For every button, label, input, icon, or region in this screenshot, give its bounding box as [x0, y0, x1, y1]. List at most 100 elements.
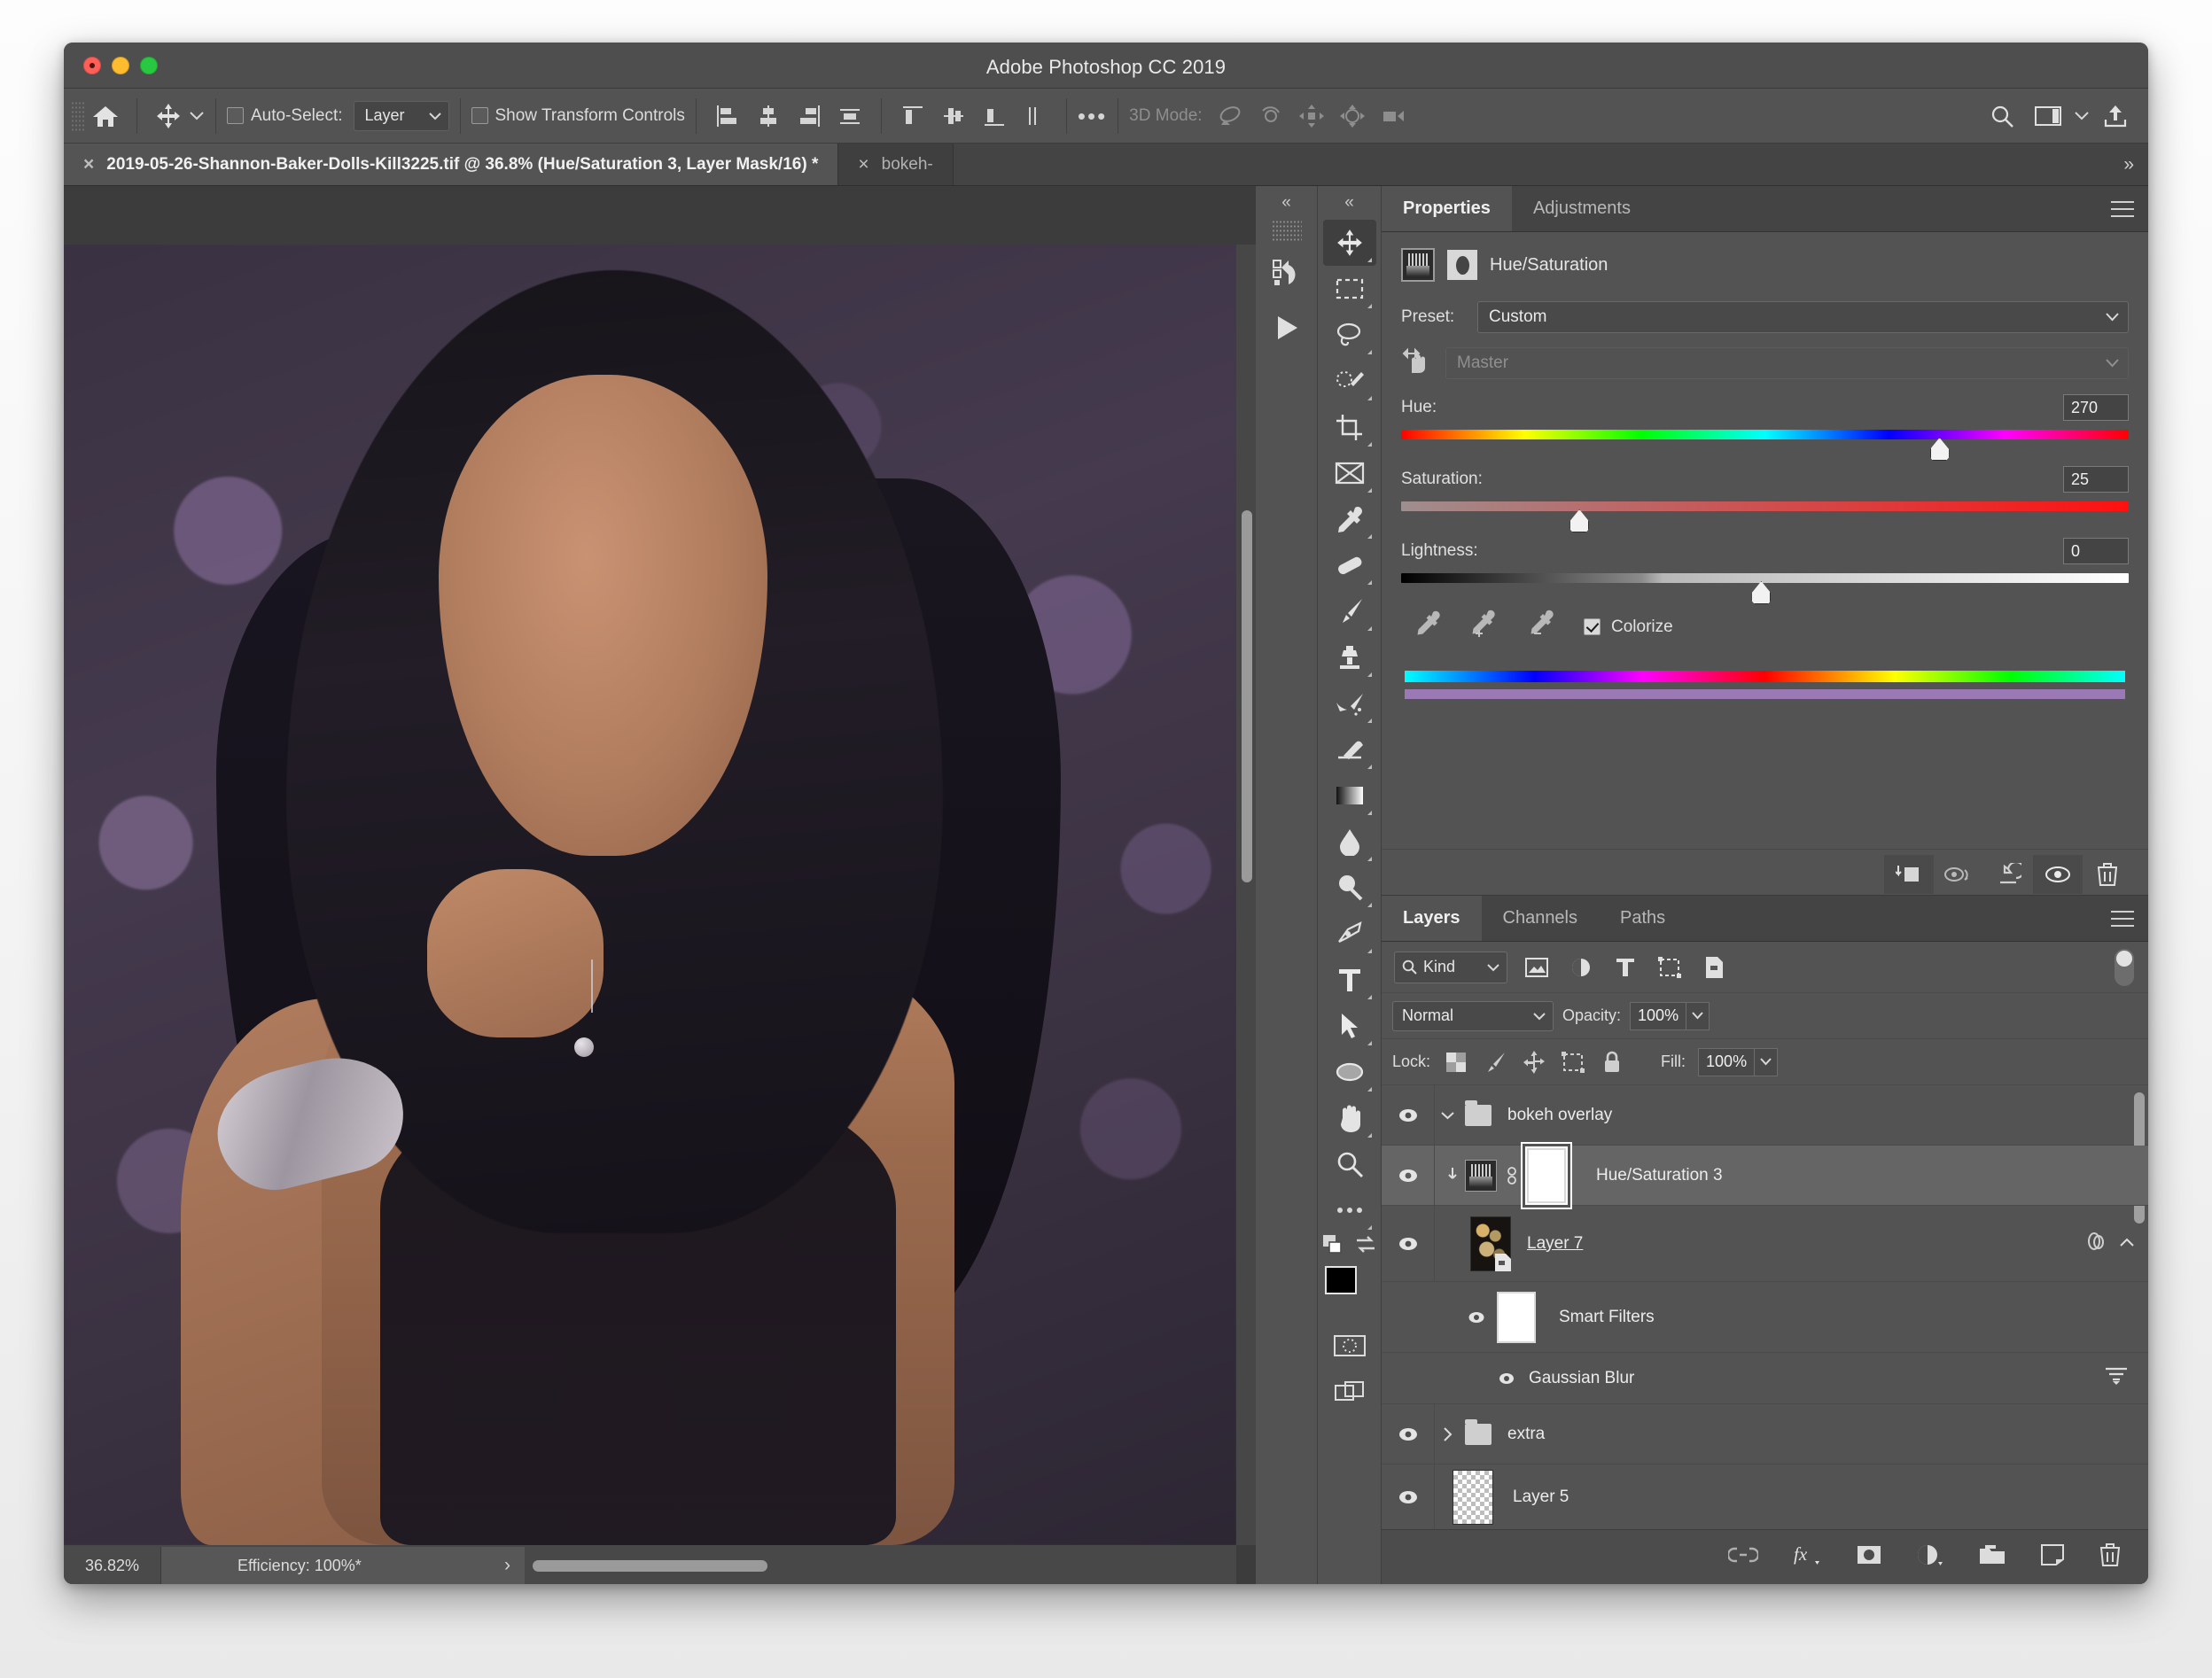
toggle-visibility-icon[interactable]: [1435, 1310, 1486, 1325]
layer-name[interactable]: Hue/Saturation 3: [1596, 1166, 1723, 1185]
lock-position-icon[interactable]: [1521, 1049, 1547, 1076]
fill-field[interactable]: 100%: [1698, 1047, 1779, 1076]
lock-artboard-icon[interactable]: [1560, 1049, 1586, 1076]
hand-tool-icon[interactable]: [1323, 1095, 1376, 1141]
hue-slider-knob[interactable]: [1929, 438, 1950, 461]
collapse-toolbox-icon[interactable]: «: [1318, 186, 1381, 220]
options-bar-grip[interactable]: [71, 100, 85, 131]
align-left-edges-icon[interactable]: [707, 97, 748, 135]
table-row[interactable]: Layer 5: [1382, 1464, 2148, 1529]
chevron-down-icon[interactable]: [1686, 1002, 1709, 1029]
document-tab-secondary[interactable]: × bokeh-: [838, 144, 954, 185]
table-row[interactable]: Hue/Saturation 3: [1382, 1146, 2148, 1206]
more-options-icon[interactable]: •••: [1078, 105, 1107, 128]
align-bottom-edges-icon[interactable]: [974, 97, 1015, 135]
layer-name[interactable]: bokeh overlay: [1507, 1106, 1612, 1125]
lock-transparency-icon[interactable]: [1443, 1049, 1469, 1076]
home-icon[interactable]: [85, 97, 126, 135]
lock-pixels-icon[interactable]: [1482, 1049, 1508, 1076]
table-row[interactable]: bokeh overlay: [1382, 1085, 2148, 1224]
workspace-icon[interactable]: [2028, 97, 2068, 135]
zoom-level[interactable]: 36.82%: [64, 1547, 161, 1584]
properties-panel-menu-icon[interactable]: [2111, 198, 2134, 221]
history-brush-tool-icon[interactable]: [1323, 680, 1376, 726]
saturation-value-input[interactable]: 25: [2063, 466, 2129, 493]
path-selection-tool-icon[interactable]: [1323, 1003, 1376, 1049]
align-vertical-centers-icon[interactable]: [933, 97, 974, 135]
eyedropper-tool-icon[interactable]: [1323, 496, 1376, 542]
tab-properties[interactable]: Properties: [1382, 186, 1512, 231]
brush-tool-icon[interactable]: [1323, 588, 1376, 634]
move-tool-chevron-down-icon[interactable]: [189, 97, 205, 135]
healing-brush-tool-icon[interactable]: [1323, 542, 1376, 588]
collapse-dock-icon[interactable]: «: [1256, 186, 1317, 220]
canvas-vertical-scrollbar-track[interactable]: [1236, 245, 1256, 1545]
table-row[interactable]: Smart Filters: [1382, 1282, 2148, 1353]
chevron-right-icon[interactable]: [1435, 1426, 1460, 1441]
quick-mask-icon[interactable]: [1323, 1323, 1376, 1369]
move-tool-icon[interactable]: [1322, 220, 1376, 266]
opacity-field[interactable]: 100%: [1630, 1001, 1710, 1030]
table-row[interactable]: Gaussian Blur: [1382, 1353, 2148, 1404]
3d-roll-icon[interactable]: [1250, 97, 1291, 135]
layer-thumbnail[interactable]: [1453, 1469, 1493, 1525]
tab-adjustments[interactable]: Adjustments: [1512, 186, 1652, 231]
hue-value-input[interactable]: 270: [2063, 394, 2129, 421]
shape-tool-icon[interactable]: [1323, 1049, 1376, 1095]
status-efficiency[interactable]: Efficiency: 100%* ›: [161, 1547, 525, 1584]
delete-layer-icon[interactable]: [2099, 1542, 2122, 1572]
dock-grip[interactable]: [1271, 220, 1302, 243]
toggle-visibility-icon[interactable]: [2033, 854, 2083, 894]
eraser-tool-icon[interactable]: [1323, 726, 1376, 773]
smart-filter-badge-icon[interactable]: [2084, 1230, 2107, 1257]
adjustment-filter-icon[interactable]: [1566, 952, 1596, 983]
layer-mask-thumbnail-icon[interactable]: [1447, 250, 1477, 280]
toggle-visibility-icon[interactable]: [1435, 1371, 1516, 1386]
screen-mode-icon[interactable]: [1323, 1369, 1376, 1415]
toggle-visibility-icon[interactable]: [1382, 1404, 1435, 1464]
marquee-tool-icon[interactable]: [1323, 266, 1376, 312]
auto-select-scope-select[interactable]: Layer: [353, 100, 449, 131]
distribute-vertical-icon[interactable]: [1015, 97, 1055, 135]
filter-blending-options-icon[interactable]: [2104, 1365, 2129, 1391]
tab-layers[interactable]: Layers: [1382, 896, 1482, 941]
link-layers-icon[interactable]: [1726, 1545, 1760, 1569]
smart-object-filter-icon[interactable]: [1699, 952, 1729, 983]
toggle-visibility-icon[interactable]: [1382, 1085, 1435, 1145]
type-filter-icon[interactable]: [1610, 952, 1640, 983]
show-transform-controls-checkbox[interactable]: [471, 107, 488, 124]
align-top-edges-icon[interactable]: [892, 97, 933, 135]
colorize-checkbox[interactable]: [1584, 618, 1601, 635]
align-horizontal-centers-icon[interactable]: [748, 97, 789, 135]
crop-tool-icon[interactable]: [1323, 404, 1376, 450]
layer-style-icon[interactable]: fx: [1792, 1543, 1822, 1571]
3d-orbit-icon[interactable]: [1210, 97, 1250, 135]
on-image-adjustment-icon[interactable]: [1401, 346, 1431, 380]
tab-paths[interactable]: Paths: [1599, 896, 1686, 941]
frame-tool-icon[interactable]: [1323, 450, 1376, 496]
smart-filter-mask-thumbnail[interactable]: [1497, 1291, 1536, 1343]
lightness-slider-knob[interactable]: [1751, 581, 1772, 604]
filter-kind-select[interactable]: Kind: [1394, 951, 1507, 983]
tab-overflow-button[interactable]: »: [2109, 144, 2148, 185]
layer-mask-thumbnail[interactable]: [1527, 1147, 1566, 1203]
eyedropper-subtract-icon[interactable]: [1525, 610, 1559, 644]
pen-tool-icon[interactable]: [1323, 911, 1376, 957]
dodge-tool-icon[interactable]: [1323, 865, 1376, 911]
lightness-value-input[interactable]: 0: [2063, 538, 2129, 564]
view-previous-state-icon[interactable]: [1934, 855, 1983, 894]
table-row[interactable]: extra: [1382, 1404, 2148, 1464]
lightness-slider-track[interactable]: [1401, 573, 2129, 604]
collapse-filters-chevron-up-icon[interactable]: [2120, 1236, 2134, 1252]
layer-name[interactable]: Smart Filters: [1559, 1308, 1655, 1327]
type-tool-icon[interactable]: [1323, 957, 1376, 1003]
share-icon[interactable]: [2095, 97, 2136, 135]
lasso-tool-icon[interactable]: [1323, 312, 1376, 358]
status-expand-icon[interactable]: ›: [504, 1555, 510, 1576]
foreground-color-swatch[interactable]: [1324, 1266, 1357, 1294]
document-tab-active[interactable]: × 2019-05-26-Shannon-Baker-Dolls-Kill322…: [64, 144, 839, 185]
eyedropper-icon[interactable]: [1412, 610, 1442, 644]
quick-selection-tool-icon[interactable]: [1323, 358, 1376, 404]
saturation-slider-knob[interactable]: [1569, 509, 1590, 532]
delete-icon[interactable]: [2083, 855, 2132, 894]
